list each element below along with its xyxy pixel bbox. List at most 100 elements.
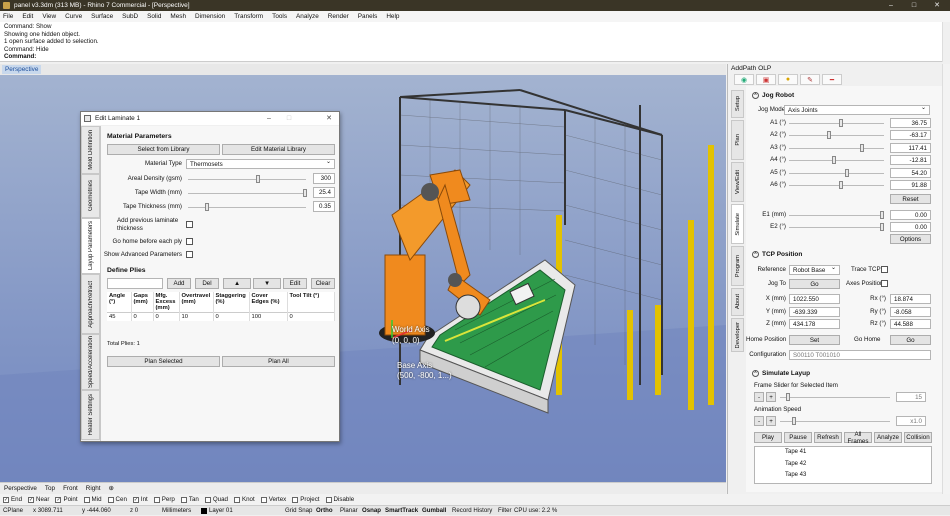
dialog-minimize-button[interactable]: –	[259, 112, 279, 125]
cell-tool-tilt[interactable]: 0	[287, 312, 335, 321]
tcp-z-field[interactable]: 434.178	[789, 319, 840, 329]
move-up-button[interactable]: ▲	[223, 278, 251, 289]
clear-plies-button[interactable]: Clear	[311, 278, 335, 289]
osnap-tan[interactable]: Tan	[180, 496, 199, 503]
close-button[interactable]: ✕	[926, 0, 948, 11]
edit-ply-button[interactable]: Edit	[283, 278, 307, 289]
menu-solid[interactable]: Solid	[147, 13, 161, 20]
external-e2-value[interactable]: 0.00	[890, 222, 931, 233]
osnap-cen[interactable]: Cen	[107, 496, 127, 503]
trace-tcp-checkbox[interactable]	[881, 266, 888, 273]
viewport-name-tab[interactable]: Perspective	[2, 65, 42, 74]
tape-list[interactable]: Tape 41 Tape 42 Tape 43	[754, 446, 932, 484]
analyze-button[interactable]: Analyze	[874, 432, 902, 443]
cell-mfg-excess[interactable]: 0	[153, 312, 180, 321]
menu-view[interactable]: View	[42, 13, 56, 20]
menu-surface[interactable]: Surface	[91, 13, 113, 20]
axis-a2-slider[interactable]	[827, 131, 832, 140]
tab-about[interactable]: About	[731, 288, 744, 316]
cell-staggering[interactable]: 0	[213, 312, 250, 321]
add-ply-button[interactable]: Add	[167, 278, 191, 289]
external-e1-slider[interactable]	[880, 211, 884, 219]
tab-mold-definition[interactable]: Mold Definition	[81, 126, 100, 174]
menu-dimension[interactable]: Dimension	[195, 13, 225, 20]
speed-decrement-button[interactable]: -	[754, 416, 764, 426]
tab-plan[interactable]: Plan	[731, 120, 744, 160]
options-button[interactable]: Options	[890, 234, 931, 244]
show-advanced-checkbox[interactable]	[186, 251, 193, 258]
all-frames-button[interactable]: All Frames	[844, 431, 872, 445]
axis-a4-slider[interactable]	[831, 156, 836, 165]
ply-angle-input[interactable]	[107, 278, 163, 289]
speed-value[interactable]: x1.0	[896, 416, 926, 426]
tcp-ry-field[interactable]: -8.058	[890, 306, 931, 317]
osnap-point[interactable]: ✓ Point	[55, 496, 78, 503]
command-scrollbar[interactable]	[942, 22, 950, 62]
add-viewport-icon[interactable]: ⊕	[108, 485, 113, 492]
list-item[interactable]: Tape 43	[755, 470, 931, 482]
tcp-rz-field[interactable]: 44.588	[890, 319, 931, 329]
osnap-vertex[interactable]: Vertex	[260, 496, 286, 503]
osnap-project[interactable]: Project	[292, 496, 320, 503]
external-e1-value[interactable]: 0.00	[890, 210, 931, 220]
simulate-layup-section[interactable]: ⌃ Simulate Layup	[752, 370, 810, 377]
jog-robot-section[interactable]: ⌃ Jog Robot	[752, 92, 794, 99]
tcp-y-field[interactable]: -639.339	[789, 306, 840, 317]
color-wheel-icon[interactable]: ◉	[734, 74, 754, 85]
frame-increment-button[interactable]: +	[766, 392, 776, 402]
dialog-maximize-button[interactable]: □	[279, 112, 299, 125]
osnap-end[interactable]: ✓ End	[3, 496, 22, 503]
tcp-rx-field[interactable]: 18.874	[890, 294, 931, 304]
cell-angle[interactable]: 45	[107, 312, 132, 321]
osnap-disable[interactable]: Disable	[325, 496, 354, 503]
dialog-close-button[interactable]: ✕	[319, 112, 339, 125]
frame-value[interactable]: 15	[896, 392, 926, 402]
tab-layup-parameters[interactable]: Layup Parameters	[81, 218, 100, 274]
axis-a4-value[interactable]: -12.81	[890, 155, 931, 166]
add-previous-thickness-checkbox[interactable]	[186, 221, 193, 228]
tab-geometries[interactable]: Geometries	[81, 174, 100, 218]
maximize-button[interactable]: □	[903, 0, 925, 11]
collision-button[interactable]: Collision	[904, 432, 932, 443]
axis-a5-value[interactable]: 54.20	[890, 167, 931, 178]
menu-render[interactable]: Render	[328, 13, 349, 20]
axis-a6-value[interactable]: 91.88	[890, 180, 931, 190]
plan-all-button[interactable]: Plan All	[222, 356, 335, 367]
table-row[interactable]: 45 0 0 10 0 100 0	[107, 312, 335, 321]
select-from-library-button[interactable]: Select from Library	[107, 144, 220, 155]
axis-a6-slider[interactable]	[839, 181, 844, 189]
tab-heater-settings[interactable]: Heater Settings	[81, 390, 100, 440]
osnap-knot[interactable]: Knot	[233, 496, 255, 503]
tab-speed-acceleration[interactable]: Speed/Acceleration	[81, 334, 100, 390]
osnap-quad[interactable]: Quad	[204, 496, 228, 503]
frame-slider[interactable]	[786, 393, 790, 401]
areal-density-slider[interactable]	[256, 175, 260, 183]
osnap-perp[interactable]: Perp	[153, 496, 175, 503]
play-button[interactable]: Play	[754, 432, 782, 443]
menu-curve[interactable]: Curve	[65, 13, 82, 20]
axis-a3-value[interactable]: 117.41	[890, 142, 931, 153]
axis-a1-value[interactable]: 36.75	[890, 118, 931, 128]
menu-mesh[interactable]: Mesh	[170, 13, 186, 20]
tab-program[interactable]: Program	[731, 246, 744, 286]
tcp-x-field[interactable]: 1022.550	[789, 294, 840, 304]
jog-to-go-button[interactable]: Go	[789, 279, 840, 289]
command-prompt[interactable]: Command:	[4, 53, 946, 61]
tool-icon[interactable]: ━	[822, 74, 842, 85]
menu-analyze[interactable]: Analyze	[296, 13, 319, 20]
tab-right[interactable]: Right	[86, 485, 101, 492]
osnap-int[interactable]: ✓ Int	[132, 496, 148, 503]
go-home-button[interactable]: Go	[890, 335, 931, 345]
osnap-mid[interactable]: Mid	[83, 496, 102, 503]
move-down-button[interactable]: ▼	[253, 278, 281, 289]
menu-subd[interactable]: SubD	[122, 13, 138, 20]
tab-developer[interactable]: Developer	[731, 318, 744, 352]
axis-a3-slider[interactable]	[859, 143, 864, 152]
cell-gaps[interactable]: 0	[131, 312, 154, 321]
speed-slider[interactable]	[792, 417, 796, 425]
list-item[interactable]: Tape 41	[755, 447, 931, 459]
frame-decrement-button[interactable]: -	[754, 392, 764, 402]
pause-button[interactable]: Pause	[784, 432, 812, 443]
menu-panels[interactable]: Panels	[358, 13, 378, 20]
delete-ply-button[interactable]: Del	[195, 278, 219, 289]
